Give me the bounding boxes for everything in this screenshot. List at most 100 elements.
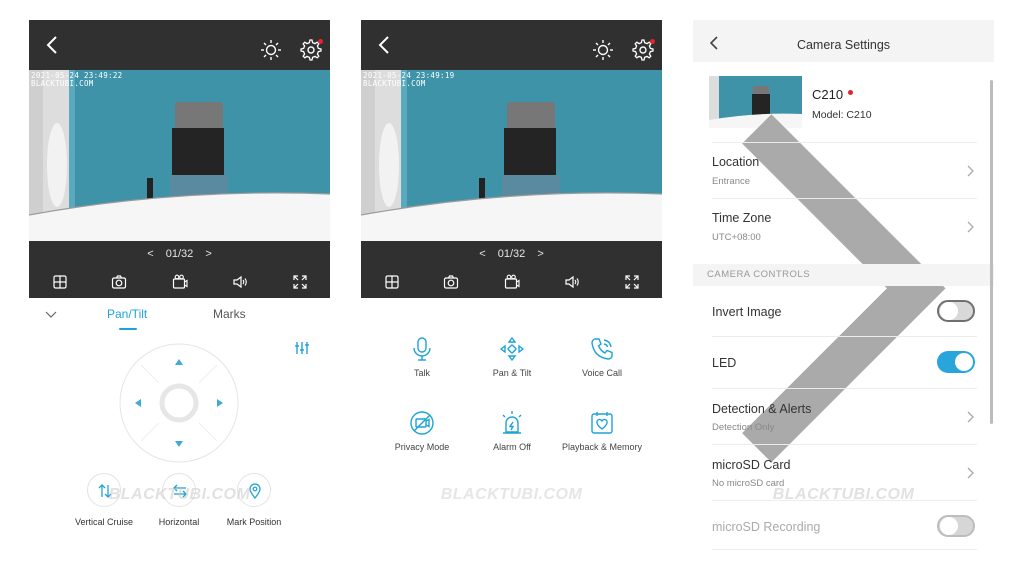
fullscreen-icon[interactable] — [624, 274, 640, 290]
notification-dot — [650, 39, 655, 44]
live-view-functions-screen: 2021-05-24 23:49:19 BLACKTUBI.COM < 01/3… — [361, 20, 662, 556]
brightness-icon[interactable] — [592, 39, 614, 61]
privacy-mode-button[interactable]: Privacy Mode — [377, 410, 467, 452]
pager-prev-button[interactable]: < — [147, 248, 153, 260]
clip-pager: < 01/32 > — [361, 248, 662, 260]
back-icon[interactable] — [41, 32, 65, 58]
microsd-recording-title: microSD Recording — [712, 520, 821, 534]
watermark: BLACKTUBI.COM — [440, 486, 583, 503]
camera-scene — [361, 70, 662, 241]
alarm-icon — [502, 411, 522, 434]
speaker-icon[interactable] — [232, 274, 248, 290]
microphone-icon — [413, 337, 431, 361]
location-row[interactable]: Location Entrance — [712, 142, 977, 198]
pan-tilt-joystick[interactable] — [119, 343, 239, 463]
feed-watermark-text: BLACKTUBI.COM — [363, 79, 426, 88]
pager-next-button[interactable]: > — [205, 248, 211, 260]
microsd-recording-toggle[interactable] — [937, 515, 975, 537]
fullscreen-icon[interactable] — [292, 274, 308, 290]
tune-icon[interactable] — [294, 340, 310, 356]
camera-feed[interactable]: 2021-05-24 23:49:19 BLACKTUBI.COM — [361, 70, 662, 241]
location-value: Entrance — [712, 176, 751, 187]
invert-image-title: Invert Image — [712, 305, 782, 319]
detection-alerts-row[interactable]: Detection & Alerts Detection Only — [712, 388, 977, 444]
feed-timestamp: 2021-05-24 23:49:22 BLACKTUBI.COM — [31, 72, 123, 88]
top-bar — [361, 20, 662, 70]
top-bar — [29, 20, 330, 70]
camera-feed[interactable]: 2021-05-24 23:49:22 BLACKTUBI.COM — [29, 70, 330, 241]
page-title: Camera Settings — [796, 38, 891, 52]
pager-next-button[interactable]: > — [537, 248, 543, 260]
led-toggle[interactable] — [937, 351, 975, 373]
privacy-icon — [410, 411, 434, 435]
led-title: LED — [712, 356, 737, 370]
active-tab-indicator — [119, 328, 137, 330]
control-bar: < 01/32 > — [361, 241, 662, 298]
live-view-pan-tilt-screen: 2021-05-24 23:49:22 BLACKTUBI.COM < 01/3… — [29, 20, 330, 556]
time-zone-title: Time Zone — [712, 211, 772, 225]
talk-button[interactable]: Talk — [377, 336, 467, 378]
grid-icon[interactable] — [52, 274, 68, 290]
snapshot-icon[interactable] — [443, 274, 459, 290]
device-info-row[interactable]: C210 Model: C210 — [693, 72, 994, 463]
playback-memory-label: Playback & Memory — [561, 442, 643, 452]
tab-marks[interactable]: Marks — [213, 307, 246, 321]
pan-tilt-tabs: Pan/Tilt Marks — [29, 298, 330, 332]
alarm-off-button[interactable]: Alarm Off — [467, 410, 557, 452]
alarm-off-label: Alarm Off — [493, 442, 531, 452]
detection-alerts-title: Detection & Alerts — [712, 402, 812, 416]
microsd-card-title: microSD Card — [712, 458, 791, 472]
led-row: LED — [712, 336, 977, 388]
chevron-right-icon — [967, 411, 974, 423]
chevron-right-icon — [967, 165, 974, 177]
time-zone-row[interactable]: Time Zone UTC+08:00 — [712, 198, 977, 264]
privacy-mode-label: Privacy Mode — [394, 442, 450, 452]
talk-label: Talk — [413, 368, 430, 378]
clip-pager: < 01/32 > — [29, 248, 330, 260]
voice-call-label: Voice Call — [581, 368, 623, 378]
back-icon[interactable] — [373, 32, 397, 58]
section-title: CAMERA CONTROLS — [707, 269, 811, 280]
speaker-icon[interactable] — [564, 274, 580, 290]
record-icon[interactable] — [504, 274, 520, 290]
pan-tilt-icon — [499, 336, 525, 362]
mark-position-label: Mark Position — [226, 517, 282, 527]
phone-icon — [591, 338, 613, 360]
watermark: BLACKTUBI.COM — [108, 486, 251, 503]
grid-icon[interactable] — [384, 274, 400, 290]
chevron-right-icon — [967, 221, 974, 233]
watermark: BLACKTUBI.COM — [772, 486, 915, 503]
chevron-right-icon — [967, 467, 974, 479]
pan-tilt-button[interactable]: Pan & Tilt — [467, 336, 557, 378]
time-zone-value: UTC+08:00 — [712, 232, 761, 243]
voice-call-button[interactable]: Voice Call — [557, 336, 647, 378]
invert-image-row: Invert Image — [712, 286, 977, 336]
microsd-recording-row: microSD Recording — [712, 500, 977, 550]
status-dot — [848, 90, 853, 95]
scrollbar[interactable] — [990, 80, 993, 424]
sd-card-icon — [591, 412, 613, 434]
pager-prev-button[interactable]: < — [479, 248, 485, 260]
playback-memory-button[interactable]: Playback & Memory — [557, 410, 647, 452]
detection-alerts-value: Detection Only — [712, 422, 775, 433]
camera-scene — [29, 70, 330, 241]
feed-watermark-text: BLACKTUBI.COM — [31, 79, 94, 88]
invert-image-toggle[interactable] — [937, 300, 975, 322]
pager-count: 01/32 — [165, 248, 194, 260]
record-icon[interactable] — [172, 274, 188, 290]
snapshot-icon[interactable] — [111, 274, 127, 290]
tab-pan-tilt[interactable]: Pan/Tilt — [107, 307, 147, 321]
pager-count: 01/32 — [497, 248, 526, 260]
control-bar: < 01/32 > — [29, 241, 330, 298]
section-header-camera-controls: CAMERA CONTROLS — [693, 264, 994, 286]
settings-header: Camera Settings — [693, 20, 994, 62]
feed-timestamp: 2021-05-24 23:49:19 BLACKTUBI.COM — [363, 72, 455, 88]
horizontal-label: Horizontal — [158, 517, 200, 527]
location-title: Location — [712, 155, 760, 169]
chevron-down-icon[interactable] — [45, 308, 57, 320]
pan-tilt-label: Pan & Tilt — [492, 368, 532, 378]
vertical-cruise-label: Vertical Cruise — [74, 517, 134, 527]
brightness-icon[interactable] — [260, 39, 282, 61]
notification-dot — [318, 39, 323, 44]
camera-settings-screen: Camera Settings C210 Model: C210 Locatio… — [693, 20, 994, 556]
